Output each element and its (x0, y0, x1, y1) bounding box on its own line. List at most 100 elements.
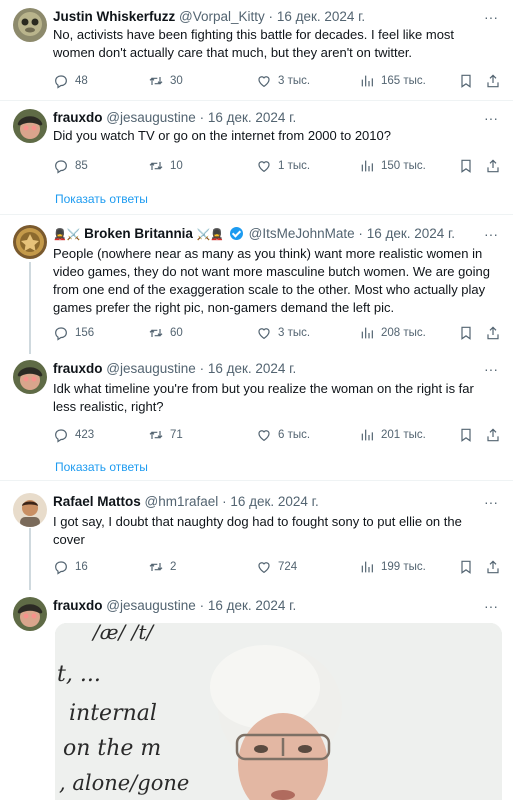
retweet-button[interactable]: 60 (148, 324, 183, 342)
avatar[interactable] (13, 360, 47, 394)
like-button[interactable]: 3 тыс. (256, 324, 310, 342)
author-name[interactable]: frauxdo (53, 598, 103, 613)
show-replies-link[interactable]: Показать ответы (55, 192, 148, 206)
avatar[interactable] (13, 109, 47, 143)
like-button[interactable]: 6 тыс. (256, 426, 310, 444)
more-icon[interactable]: ··· (483, 599, 499, 617)
whiteboard-photo: /æ/ /t/ t, ... internal on the m , alone… (55, 623, 502, 800)
avatar[interactable] (13, 8, 47, 42)
retweet-icon (149, 431, 163, 439)
bookmark-icon (461, 560, 471, 574)
reply-button[interactable]: 156 (53, 324, 94, 342)
share-button[interactable] (485, 558, 501, 576)
views-button[interactable]: 208 тыс. (359, 324, 426, 342)
reply-count: 16 (75, 561, 88, 573)
share-button[interactable] (485, 426, 501, 444)
tweet-date[interactable]: 16 дек. 2024 г. (208, 361, 296, 376)
author-handle[interactable]: @jesaugustine (106, 598, 196, 613)
author-handle[interactable]: @ItsMeJohnMate (249, 226, 355, 241)
reply-button[interactable]: 16 (53, 558, 88, 576)
reply-button[interactable]: 423 (53, 426, 94, 444)
tweet[interactable]: frauxdo @jesaugustine · 16 дек. 2024 г. … (0, 101, 513, 214)
views-button[interactable]: 199 тыс. (359, 558, 426, 576)
share-button[interactable] (485, 324, 501, 342)
retweet-icon (149, 563, 163, 571)
name-emoji-suffix: ⚔️💂‍♀️ (196, 228, 225, 241)
tweet-text: People (nowhere near as many as you thin… (53, 246, 490, 315)
views-button[interactable]: 201 тыс. (359, 426, 426, 444)
like-button[interactable]: 3 тыс. (256, 72, 310, 90)
thread-line (29, 528, 31, 590)
tweet-media-image[interactable]: /æ/ /t/ t, ... internal on the m , alone… (55, 623, 502, 800)
reply-count: 156 (75, 327, 95, 339)
bookmark-button[interactable] (458, 324, 474, 342)
more-icon[interactable]: ··· (483, 362, 499, 380)
share-button[interactable] (485, 157, 501, 175)
separator-dot: · (199, 598, 205, 613)
avatar[interactable] (13, 597, 47, 631)
retweet-button[interactable]: 10 (148, 157, 183, 175)
retweet-button[interactable]: 30 (148, 72, 183, 90)
author-name[interactable]: frauxdo (53, 110, 103, 125)
tweet[interactable]: frauxdo @jesaugustine · 16 дек. 2024 г. … (0, 350, 513, 480)
tweet-date[interactable]: 16 дек. 2024 г. (208, 598, 296, 613)
author-handle[interactable]: @jesaugustine (106, 110, 196, 125)
reply-button[interactable]: 85 (53, 157, 88, 175)
bookmark-button[interactable] (458, 558, 474, 576)
reply-icon (55, 75, 67, 89)
bookmark-button[interactable] (458, 72, 474, 90)
show-replies-link[interactable]: Показать ответы (55, 460, 148, 474)
views-button[interactable]: 165 тыс. (359, 72, 426, 90)
author-name[interactable]: Rafael Mattos (53, 494, 141, 509)
heart-icon (258, 328, 270, 340)
board-text-line: on the m (63, 736, 161, 761)
like-button[interactable]: 724 (256, 558, 297, 576)
reply-button[interactable]: 48 (53, 72, 88, 90)
tweet-actions: 156 60 3 тыс. 208 тыс. (53, 324, 503, 342)
board-text-line: , alone/gone (59, 771, 189, 795)
view-count: 199 тыс. (381, 561, 426, 573)
tweet-date[interactable]: 16 дек. 2024 г. (277, 9, 365, 24)
author-handle[interactable]: @jesaugustine (106, 361, 196, 376)
author-handle[interactable]: @Vorpal_Kitty (179, 9, 265, 24)
bookmark-button[interactable] (458, 426, 474, 444)
author-name[interactable]: Broken Britannia (84, 226, 193, 241)
like-button[interactable]: 1 тыс. (256, 157, 310, 175)
more-icon[interactable]: ··· (483, 227, 499, 245)
more-icon[interactable]: ··· (483, 495, 499, 513)
like-count: 1 тыс. (278, 160, 311, 172)
tweet-text: Idk what timeline you're from but you re… (53, 381, 474, 414)
heart-icon (258, 76, 270, 88)
share-icon (487, 326, 499, 340)
author-name[interactable]: Justin Whiskerfuzz (53, 9, 175, 24)
separator-dot: · (222, 494, 227, 509)
tweet[interactable]: Justin Whiskerfuzz @Vorpal_Kitty · 16 де… (0, 0, 513, 100)
reply-count: 85 (75, 160, 88, 172)
author-name[interactable]: frauxdo (53, 361, 103, 376)
tweet-date[interactable]: 16 дек. 2024 г. (367, 226, 455, 241)
tweet[interactable]: 💂‍♀️⚔️ Broken Britannia ⚔️💂‍♀️ @ItsMeJoh… (0, 215, 513, 350)
verified-badge-icon (229, 227, 243, 240)
view-count: 201 тыс. (381, 429, 426, 441)
retweet-button[interactable]: 71 (148, 426, 183, 444)
view-count: 150 тыс. (381, 160, 426, 172)
bookmark-icon (461, 326, 471, 340)
heart-icon (258, 562, 270, 574)
reply-icon (55, 160, 67, 174)
views-icon (361, 429, 373, 441)
like-count: 724 (278, 561, 298, 573)
tweet-actions: 16 2 724 199 тыс. (53, 558, 503, 576)
tweet[interactable]: Rafael Mattos @hm1rafael · 16 дек. 2024 … (0, 481, 513, 591)
tweet-date[interactable]: 16 дек. 2024 г. (208, 110, 296, 125)
share-button[interactable] (485, 72, 501, 90)
bookmark-button[interactable] (458, 157, 474, 175)
retweet-button[interactable]: 2 (148, 558, 176, 576)
author-handle[interactable]: @hm1rafael (145, 494, 219, 509)
retweet-count: 60 (170, 327, 183, 339)
avatar[interactable] (13, 493, 47, 527)
avatar[interactable] (13, 225, 47, 259)
tweet-date[interactable]: 16 дек. 2024 г. (230, 494, 318, 509)
views-button[interactable]: 150 тыс. (359, 157, 426, 175)
board-text-line: /æ/ /t/ (91, 623, 155, 644)
retweet-icon (149, 77, 163, 85)
